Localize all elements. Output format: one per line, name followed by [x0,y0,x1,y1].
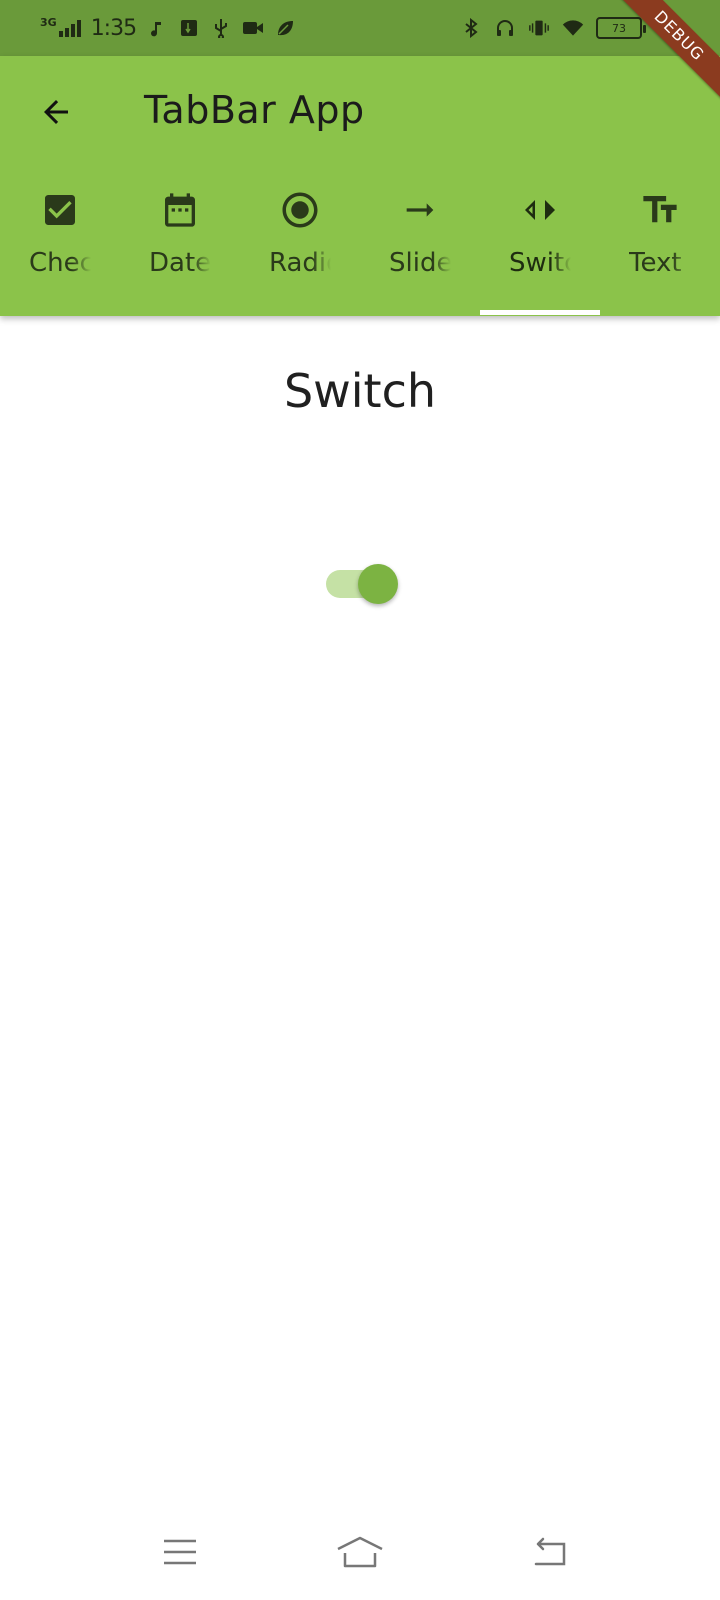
tab-bar: Checkbox Date Radio Slider [0,186,720,316]
app-bar: TabBar App Checkbox Date Radio [0,56,720,316]
bluetooth-icon [460,17,482,39]
toggle-switch[interactable] [326,562,400,606]
tab-label: Date [149,248,211,278]
signal-icon [58,19,81,37]
menu-icon [164,1539,196,1565]
checkbox-icon [38,188,82,232]
arrow-right-icon [398,188,442,232]
calendar-icon [158,188,202,232]
tab-label: Switch [509,248,571,278]
radio-button-icon [278,188,322,232]
tab-checkbox[interactable]: Checkbox [0,186,120,316]
menu-button[interactable] [150,1530,210,1574]
return-icon [534,1537,566,1566]
battery-icon: 73 [596,17,646,39]
network-type: 3G [40,15,57,29]
tab-switch[interactable]: Switch [480,186,600,316]
tab-text[interactable]: Text [600,186,720,316]
back-button[interactable] [30,86,82,138]
app-title: TabBar App [144,88,365,132]
tab-label: Radio [269,248,331,278]
video-camera-icon [242,17,264,39]
status-left: 3G 1:35 [40,14,296,42]
tab-label: Slider [389,248,451,278]
arrow-back-icon [44,100,68,124]
home-icon [337,1536,383,1568]
status-bar: 3G 1:35 73 [0,0,720,56]
home-button[interactable] [330,1530,390,1574]
screen: 3G 1:35 73 DEBUG TabBar App Chec Date Ra… [0,0,720,1600]
vibrate-icon [528,17,550,39]
tab-slider[interactable]: Slider [360,186,480,316]
tab-label: Text [629,248,682,278]
tab-label: Checkbox [29,248,91,278]
page-title: Switch [283,364,437,418]
usb-icon [210,17,232,39]
switch-thumb [358,564,398,604]
switch-arrows-icon [518,188,562,232]
status-time: 1:35 [90,15,137,41]
usb-debug-icon [178,17,200,39]
leaf-icon [274,17,296,39]
tab-indicator [480,310,600,315]
tab-date[interactable]: Date [120,186,240,316]
back-nav-button[interactable] [520,1530,580,1574]
system-nav-bar [0,1500,720,1600]
music-notification-icon [146,17,168,39]
wifi-icon [562,17,584,39]
headphones-icon [494,17,516,39]
text-fields-icon [638,188,682,232]
tab-radio[interactable]: Radio [240,186,360,316]
